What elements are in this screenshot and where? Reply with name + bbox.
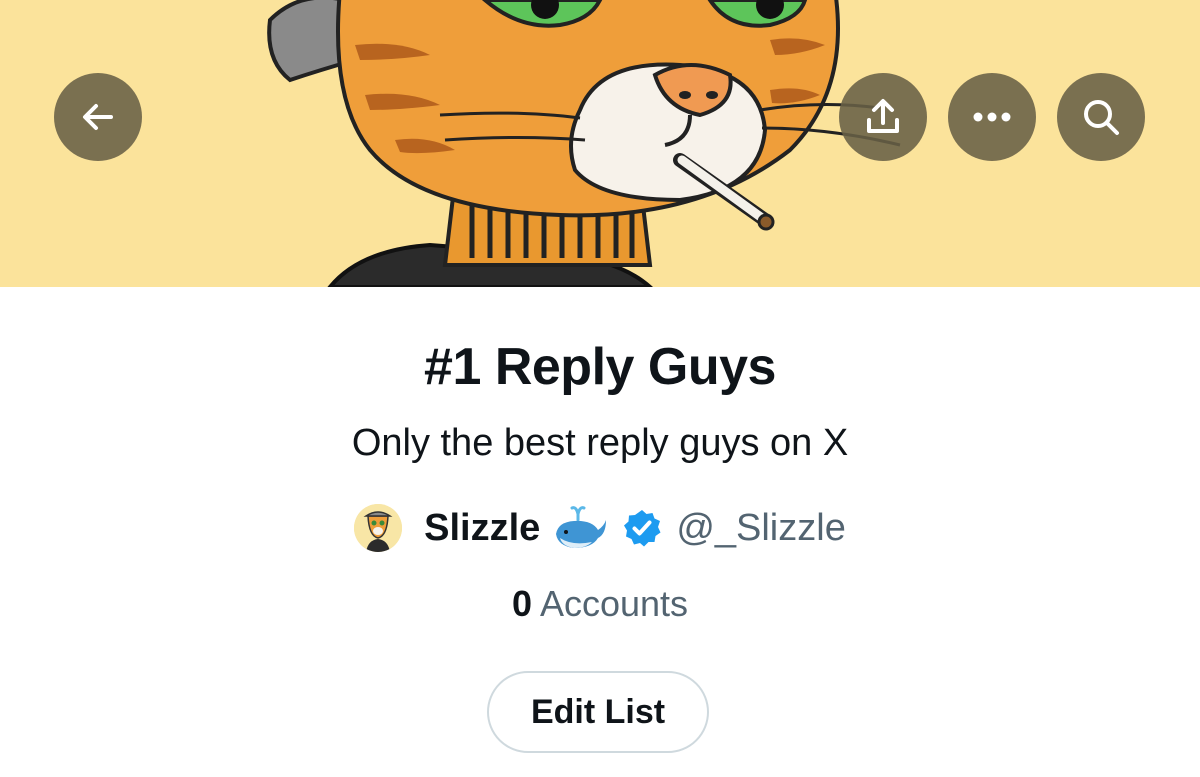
owner-handle[interactable]: @_Slizzle bbox=[676, 507, 846, 550]
more-icon bbox=[973, 112, 1011, 122]
search-icon bbox=[1084, 100, 1119, 135]
search-button[interactable] bbox=[1057, 73, 1145, 161]
list-screen: #1 Reply Guys Only the best reply guys o… bbox=[0, 0, 1200, 777]
list-owner[interactable]: Slizzle @_Slizzle bbox=[0, 500, 1200, 556]
back-button[interactable] bbox=[54, 73, 142, 161]
edit-list-button[interactable]: Edit List bbox=[487, 671, 709, 753]
owner-name[interactable]: Slizzle bbox=[424, 507, 540, 550]
cat-avatar-icon bbox=[354, 504, 403, 552]
more-button[interactable] bbox=[948, 73, 1036, 161]
accounts-count: 0 bbox=[511, 583, 532, 624]
list-info: #1 Reply Guys Only the best reply guys o… bbox=[0, 287, 1200, 777]
share-button[interactable] bbox=[839, 73, 927, 161]
back-arrow-icon bbox=[83, 104, 113, 130]
list-title: #1 Reply Guys bbox=[424, 338, 776, 396]
accounts-label: Accounts bbox=[539, 583, 689, 624]
share-icon bbox=[867, 99, 899, 133]
accounts-stat[interactable]: 0 Accounts bbox=[0, 583, 1200, 625]
avatar[interactable] bbox=[354, 504, 403, 552]
verified-badge-icon bbox=[624, 510, 661, 547]
list-banner-image bbox=[0, 0, 1200, 287]
list-description: Only the best reply guys on X bbox=[351, 422, 849, 464]
whale-icon bbox=[556, 506, 607, 548]
